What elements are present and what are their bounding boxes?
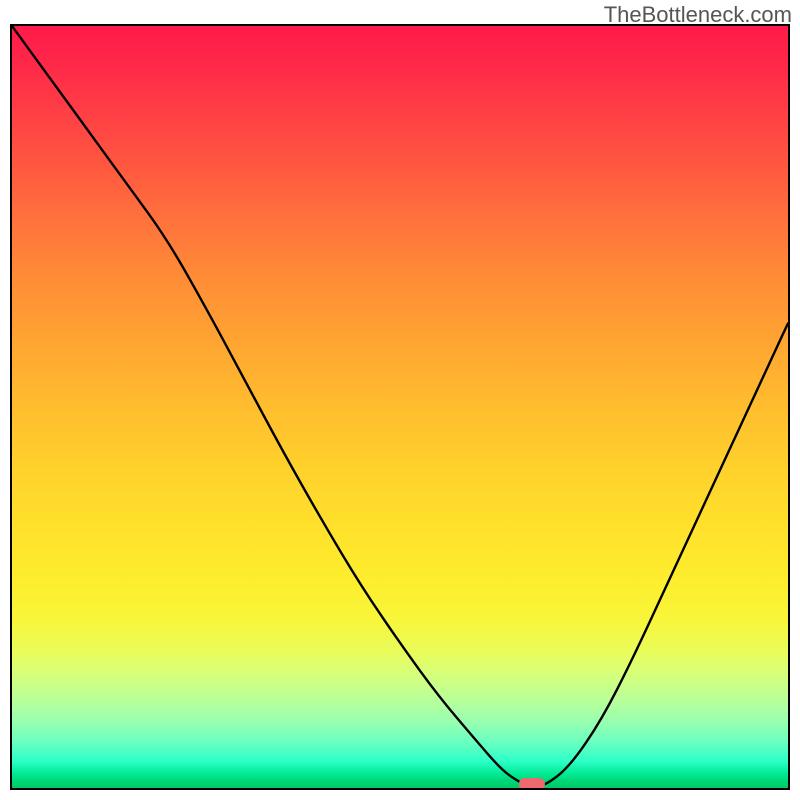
bottleneck-curve-path (12, 26, 788, 787)
watermark-text: TheBottleneck.com (604, 2, 792, 28)
chart-overlay-svg (12, 26, 788, 788)
minimum-marker (519, 778, 545, 788)
chart-stage: TheBottleneck.com (0, 0, 800, 800)
plot-frame (10, 24, 790, 790)
